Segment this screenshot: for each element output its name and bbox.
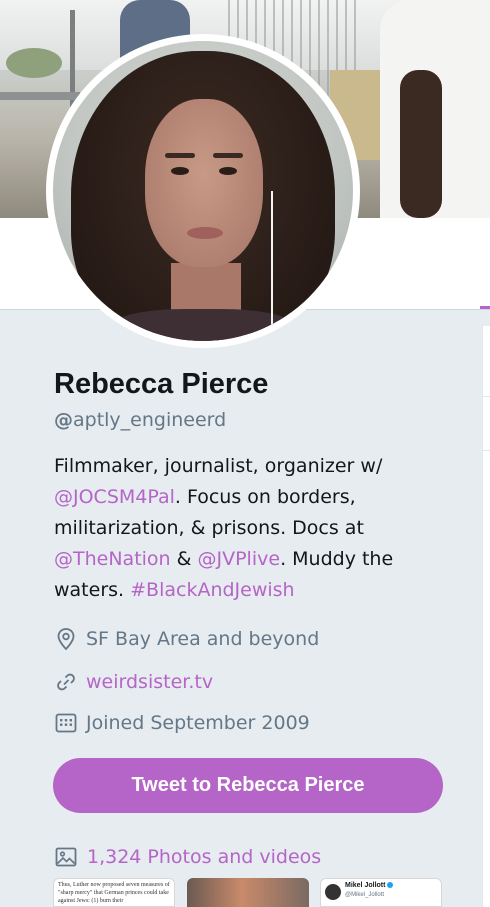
- location-pin-icon: [54, 627, 78, 651]
- avatar-brow: [213, 153, 243, 158]
- location-text: SF Bay Area and beyond: [86, 628, 320, 650]
- bio-mention-jvplive[interactable]: @JVPlive: [198, 548, 281, 570]
- thumbnail-avatar: [325, 884, 341, 900]
- thumbnail-handle: @Mikel_Jollott: [345, 892, 385, 898]
- handle-at: @: [54, 409, 73, 431]
- handle-username: aptly_engineerd: [73, 409, 227, 431]
- avatar-eye: [219, 167, 237, 175]
- profile-card: Rebecca Pierce @aptly_engineerd Filmmake…: [54, 364, 454, 606]
- banner-tree: [6, 48, 62, 78]
- media-thumbnail[interactable]: [187, 878, 309, 907]
- media-thumbnail[interactable]: Thus, Luther now proposed seven measures…: [53, 878, 175, 907]
- bio-mention-jocsm4pal[interactable]: @JOCSM4Pal: [54, 486, 175, 508]
- website-link[interactable]: weirdsister.tv: [86, 671, 213, 693]
- avatar-brow: [165, 153, 195, 158]
- banner-rail: [0, 92, 80, 100]
- avatar-eye: [171, 167, 189, 175]
- profile-avatar[interactable]: [46, 34, 360, 348]
- media-thumbnails: Thus, Luther now proposed seven measures…: [53, 878, 443, 907]
- verified-badge-icon: [387, 882, 394, 889]
- bio-mention-thenation[interactable]: @TheNation: [54, 548, 171, 570]
- bio-text: Filmmaker, journalist, organizer w/: [54, 455, 383, 477]
- right-content-panel: [482, 326, 490, 907]
- photos-videos-link[interactable]: 1,324 Photos and videos: [87, 846, 321, 868]
- avatar-mouth: [187, 227, 223, 239]
- profile-joined: Joined September 2009: [54, 708, 310, 738]
- joined-text: Joined September 2009: [86, 712, 310, 734]
- profile-website: weirdsister.tv: [54, 667, 213, 697]
- profile-name[interactable]: Rebecca Pierce: [54, 364, 454, 404]
- profile-location: SF Bay Area and beyond: [54, 624, 319, 654]
- panel-divider: [483, 396, 490, 451]
- avatar-face: [145, 99, 263, 267]
- tweet-to-button[interactable]: Tweet to Rebecca Pierce: [53, 758, 443, 813]
- avatar-top: [113, 309, 293, 341]
- thumbnail-text: Thus, Luther now proposed seven measures…: [58, 882, 170, 904]
- bio-text: &: [170, 548, 198, 570]
- calendar-icon: [54, 711, 78, 735]
- profile-bio: Filmmaker, journalist, organizer w/ @JOC…: [54, 451, 454, 606]
- media-thumbnail[interactable]: Mikel Jollott @Mikel_Jollott: [320, 878, 442, 907]
- avatar-earbud-cable: [271, 191, 273, 331]
- banner-arm: [400, 70, 442, 218]
- thumbnail-name: Mikel Jollott: [345, 882, 394, 889]
- active-tab-indicator: [480, 306, 490, 309]
- photos-and-videos[interactable]: 1,324 Photos and videos: [54, 842, 321, 872]
- link-icon: [54, 670, 78, 694]
- thumbnail-name-text: Mikel Jollott: [345, 882, 386, 889]
- image-icon: [54, 845, 78, 869]
- avatar-photo: [53, 41, 353, 341]
- profile-handle[interactable]: @aptly_engineerd: [54, 407, 454, 433]
- bio-hashtag-blackandjewish[interactable]: #BlackAndJewish: [130, 579, 294, 601]
